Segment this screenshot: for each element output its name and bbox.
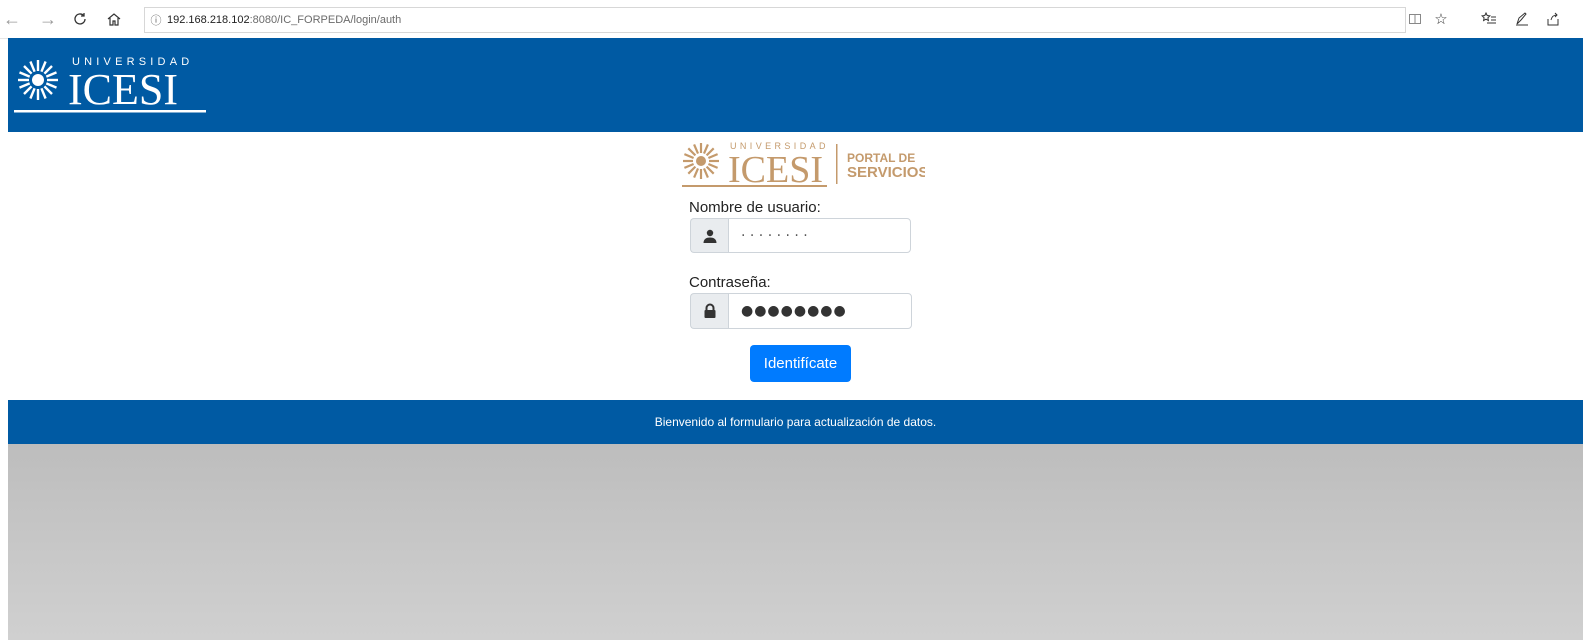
username-label: Nombre de usuario: xyxy=(689,199,821,216)
password-input[interactable]: ●●●●●●●● xyxy=(728,293,912,329)
welcome-text: Bienvenido al formulario para actualizac… xyxy=(654,415,937,429)
logo-icesi-text: ICESI xyxy=(68,65,178,114)
portal-logo-icesi-text: ICESI xyxy=(728,149,823,191)
site-info-icon[interactable]: ⓘ xyxy=(145,12,167,28)
portal-logo-line2: SERVICIOS xyxy=(847,164,925,181)
refresh-icon[interactable] xyxy=(70,9,90,29)
password-group: ●●●●●●●● xyxy=(690,293,912,329)
favorites-list-icon[interactable] xyxy=(1480,10,1498,28)
address-path: :8080/IC_FORPEDA/login/auth xyxy=(249,14,402,26)
browser-toolbar: ← → ⓘ 192.168.218.102:8080/IC_FORPEDA/lo… xyxy=(0,0,1583,39)
icesi-logo[interactable]: UNIVERSIDAD ICESI xyxy=(14,52,214,116)
forward-icon[interactable]: → xyxy=(38,9,58,29)
site-header: UNIVERSIDAD ICESI xyxy=(8,38,1583,132)
back-icon[interactable]: ← xyxy=(2,9,22,29)
password-label: Contraseña: xyxy=(689,274,771,291)
welcome-banner: Bienvenido al formulario para actualizac… xyxy=(8,400,1583,444)
user-icon xyxy=(690,218,728,253)
portal-logo-line1: PORTAL DE xyxy=(847,151,915,165)
address-bar[interactable]: ⓘ 192.168.218.102:8080/IC_FORPEDA/login/… xyxy=(144,7,1406,33)
reading-view-icon[interactable] xyxy=(1406,10,1424,28)
username-group: · · · · · · · · xyxy=(690,218,911,253)
address-host: 192.168.218.102 xyxy=(167,14,250,26)
username-input[interactable]: · · · · · · · · xyxy=(728,218,911,253)
portal-servicios-logo: UNIVERSIDAD ICESI PORTAL DE SERVICIOS xyxy=(682,141,925,191)
pen-notes-icon[interactable] xyxy=(1513,10,1531,28)
login-submit-button[interactable]: Identifícate xyxy=(750,345,851,382)
home-icon[interactable] xyxy=(104,9,124,29)
favorite-star-icon[interactable]: ☆ xyxy=(1432,10,1450,28)
lock-icon xyxy=(690,293,728,329)
page-bottom-area xyxy=(8,444,1583,640)
share-icon[interactable] xyxy=(1544,10,1562,28)
